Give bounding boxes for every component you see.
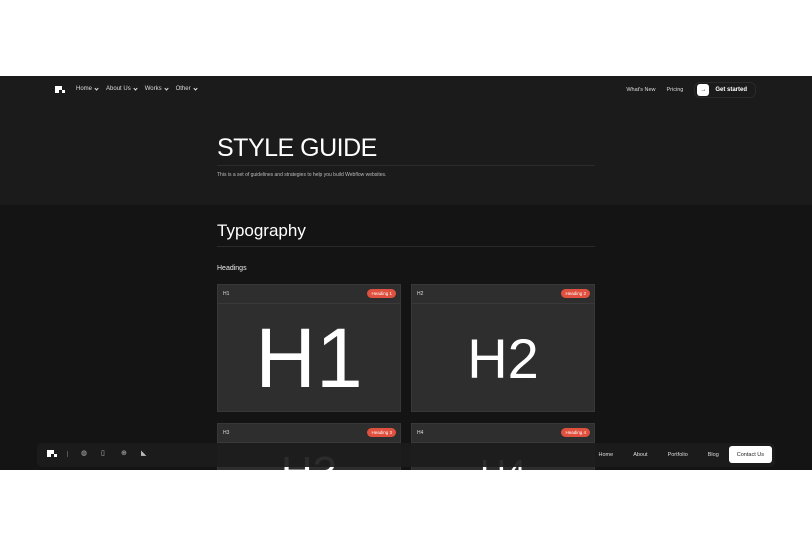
globe-icon[interactable]: ◍ — [81, 450, 88, 457]
bottom-nav-blog[interactable]: Blog — [698, 452, 729, 458]
logo[interactable] — [47, 450, 57, 457]
nav-home[interactable]: Home — [76, 85, 99, 92]
divider — [217, 165, 595, 166]
get-started-button[interactable]: → Get started — [694, 82, 756, 98]
divider — [217, 246, 595, 247]
chevron-down-icon — [94, 85, 99, 91]
logo[interactable] — [55, 86, 65, 93]
contact-us-button[interactable]: Contact Us — [728, 446, 772, 463]
heading-sample: H1 — [255, 310, 363, 405]
tablet-icon[interactable]: ▯ — [101, 450, 108, 457]
heading-card-h2: H2 Heading 2 H2 — [411, 284, 595, 412]
heading-badge: Heading 3 — [367, 428, 396, 437]
nav-other[interactable]: Other — [176, 85, 198, 92]
bottom-bar: ◍ ▯ ⊕ ◣ Home About Portfolio Blog Contac… — [37, 443, 775, 467]
box-icon[interactable]: ⊕ — [121, 450, 128, 457]
arrow-right-icon: → — [697, 84, 710, 96]
section-subtitle: Headings — [217, 265, 247, 272]
heading-sample: H2 — [467, 326, 539, 390]
nav-pricing[interactable]: Pricing — [667, 87, 684, 93]
chevron-down-icon — [163, 85, 169, 91]
heading-badge: Heading 1 — [367, 289, 396, 298]
heading-card-h1: H1 Heading 1 H1 — [217, 284, 401, 412]
chevron-down-icon — [133, 85, 138, 91]
nav-works[interactable]: Works — [145, 85, 169, 92]
heading-badge: Heading 4 — [561, 428, 590, 437]
section-title: Typography — [217, 221, 306, 240]
page-description: This is a set of guidelines and strategi… — [217, 172, 387, 178]
page: Home About Us Works Other What's New Pri… — [0, 76, 812, 470]
chevron-down-icon — [192, 85, 198, 91]
bottom-nav-portfolio[interactable]: Portfolio — [658, 452, 698, 458]
hero: Home About Us Works Other What's New Pri… — [0, 76, 812, 205]
nav-whats-new[interactable]: What's New — [626, 87, 655, 93]
page-title: STYLE GUIDE — [217, 134, 377, 162]
bottom-nav-about[interactable]: About — [623, 452, 657, 458]
divider — [67, 450, 68, 457]
heading-badge: Heading 2 — [561, 289, 590, 298]
megaphone-icon[interactable]: ◣ — [141, 450, 148, 457]
bottom-nav-home[interactable]: Home — [589, 452, 624, 458]
top-nav: Home About Us Works Other What's New Pri… — [0, 76, 812, 104]
nav-about-us[interactable]: About Us — [106, 85, 138, 92]
